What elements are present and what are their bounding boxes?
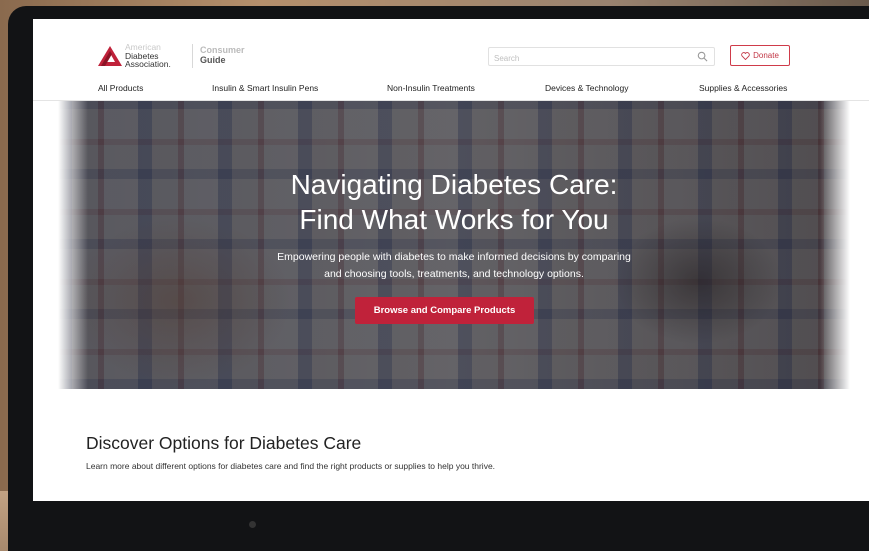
nav-item-all-products[interactable]: All Products — [98, 83, 143, 93]
browse-compare-button[interactable]: Browse and Compare Products — [355, 297, 534, 324]
hero-title-line: Navigating Diabetes Care: — [290, 169, 618, 200]
nav-item-insulin[interactable]: Insulin & Smart Insulin Pens — [212, 83, 318, 93]
hero-subtitle: Empowering people with diabetes to make … — [58, 249, 850, 283]
hero-subtitle-line: Empowering people with diabetes to make … — [277, 251, 631, 263]
browser-screen: American Diabetes Association. Consumer … — [33, 19, 869, 501]
hero-title: Navigating Diabetes Care: Find What Work… — [58, 167, 850, 237]
hero-banner: Navigating Diabetes Care: Find What Work… — [58, 101, 850, 389]
search-input[interactable] — [489, 50, 684, 67]
logo-line: Association. — [125, 59, 171, 69]
hero-overlay — [58, 101, 850, 389]
main-nav: All Products Insulin & Smart Insulin Pen… — [33, 79, 869, 101]
nav-item-non-insulin[interactable]: Non-Insulin Treatments — [387, 83, 475, 93]
laptop-frame: American Diabetes Association. Consumer … — [8, 6, 869, 551]
hero-subtitle-line: and choosing tools, treatments, and tech… — [324, 268, 584, 280]
donate-label: Donate — [753, 51, 779, 60]
hero-fade-left — [58, 101, 88, 389]
discover-title: Discover Options for Diabetes Care — [86, 433, 362, 453]
guide-line: Consumer — [200, 45, 245, 55]
nav-item-devices[interactable]: Devices & Technology — [545, 83, 628, 93]
hero-title-line: Find What Works for You — [299, 204, 609, 235]
hero-fade-right — [820, 101, 850, 389]
ada-logo-text[interactable]: American Diabetes Association. — [125, 43, 171, 69]
webcam — [249, 521, 256, 528]
donate-button[interactable]: Donate — [730, 45, 790, 66]
consumer-guide-title: Consumer Guide — [200, 45, 245, 65]
discover-description: Learn more about different options for d… — [86, 461, 496, 471]
nav-item-supplies[interactable]: Supplies & Accessories — [699, 83, 787, 93]
site-header: American Diabetes Association. Consumer … — [33, 19, 869, 71]
search-icon[interactable] — [697, 51, 708, 62]
logo-divider — [192, 44, 193, 68]
heart-icon — [741, 51, 750, 60]
guide-line: Guide — [200, 55, 226, 65]
ada-logo-icon[interactable] — [98, 46, 122, 66]
search-box — [488, 47, 715, 67]
